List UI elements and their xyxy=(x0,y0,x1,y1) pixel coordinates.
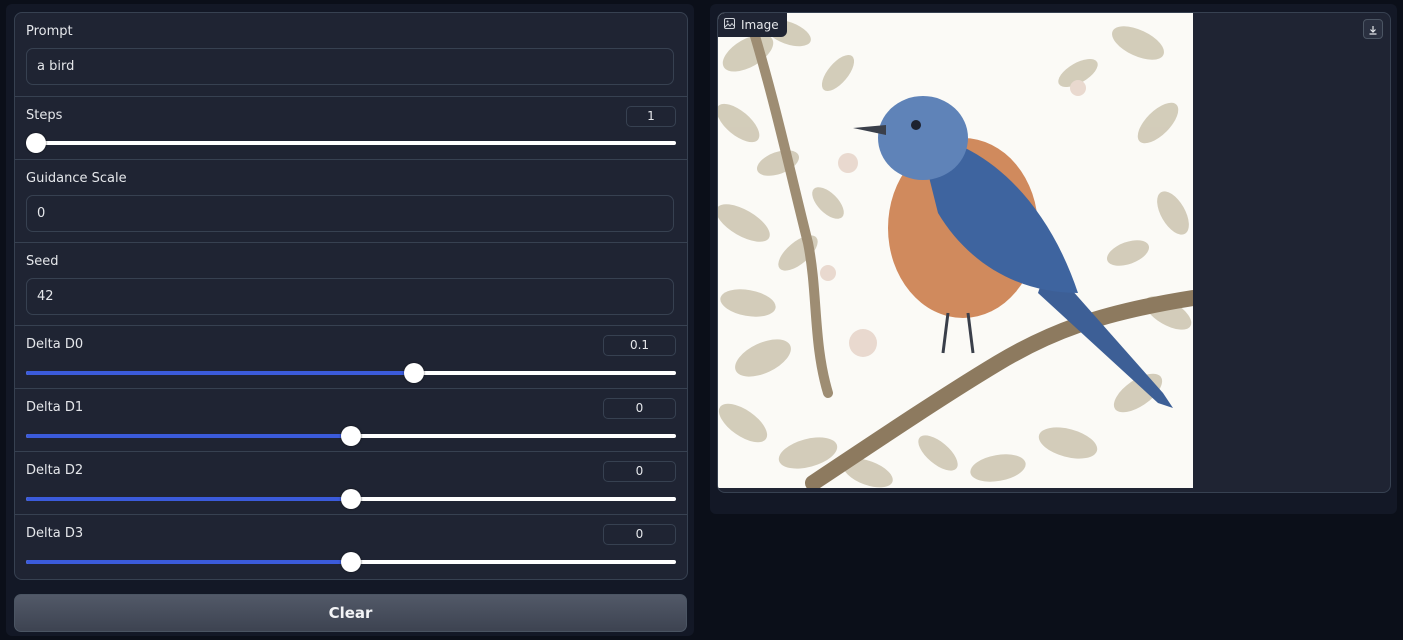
prompt-label: Prompt xyxy=(26,24,73,39)
slider-track xyxy=(26,141,676,145)
prompt-input[interactable]: a bird xyxy=(26,48,674,85)
slider-fill xyxy=(26,497,351,501)
input-column: Prompt a bird Steps 1 Guidance Scale 0 S… xyxy=(6,4,694,636)
delta-d2-number-input[interactable]: 0 xyxy=(603,461,676,482)
delta-d1-number-input[interactable]: 0 xyxy=(603,398,676,419)
delta-d0-slider[interactable] xyxy=(26,363,676,383)
delta-d0-label: Delta D0 xyxy=(26,337,84,352)
generated-image xyxy=(718,13,1193,488)
delta-d2-block: Delta D2 0 xyxy=(15,452,687,515)
download-button[interactable] xyxy=(1363,19,1383,39)
slider-thumb[interactable] xyxy=(26,133,46,153)
delta-d0-number-input[interactable]: 0.1 xyxy=(603,335,676,356)
output-column: Image xyxy=(710,4,1397,514)
delta-d1-block: Delta D1 0 xyxy=(15,389,687,452)
steps-label: Steps xyxy=(26,108,63,123)
slider-thumb[interactable] xyxy=(404,363,424,383)
delta-d3-slider[interactable] xyxy=(26,552,676,572)
delta-d3-number-input[interactable]: 0 xyxy=(603,524,676,545)
clear-button[interactable]: Clear xyxy=(14,594,687,632)
output-image-block: Image xyxy=(717,12,1391,493)
bird-illustration xyxy=(718,13,1193,488)
delta-d1-label: Delta D1 xyxy=(26,400,84,415)
slider-thumb[interactable] xyxy=(341,552,361,572)
slider-thumb[interactable] xyxy=(341,489,361,509)
seed-input[interactable]: 42 xyxy=(26,278,674,315)
steps-slider[interactable] xyxy=(26,133,676,153)
delta-d2-slider[interactable] xyxy=(26,489,676,509)
guidance-label: Guidance Scale xyxy=(26,171,127,186)
seed-block: Seed 42 xyxy=(15,243,687,326)
delta-d1-slider[interactable] xyxy=(26,426,676,446)
delta-d3-label: Delta D3 xyxy=(26,526,84,541)
steps-block: Steps 1 xyxy=(15,97,687,160)
image-label-badge: Image xyxy=(718,13,787,37)
steps-number-input[interactable]: 1 xyxy=(626,106,676,127)
slider-fill xyxy=(26,371,414,375)
slider-thumb[interactable] xyxy=(341,426,361,446)
input-form: Prompt a bird Steps 1 Guidance Scale 0 S… xyxy=(14,12,688,580)
slider-fill xyxy=(26,434,351,438)
download-icon xyxy=(1368,20,1378,39)
guidance-input[interactable]: 0 xyxy=(26,195,674,232)
guidance-block: Guidance Scale 0 xyxy=(15,160,687,243)
seed-label: Seed xyxy=(26,254,59,269)
image-icon xyxy=(724,18,735,32)
image-label-text: Image xyxy=(741,18,779,32)
delta-d0-block: Delta D0 0.1 xyxy=(15,326,687,389)
slider-fill xyxy=(26,560,351,564)
delta-d3-block: Delta D3 0 xyxy=(15,515,687,579)
prompt-block: Prompt a bird xyxy=(15,13,687,97)
delta-d2-label: Delta D2 xyxy=(26,463,84,478)
